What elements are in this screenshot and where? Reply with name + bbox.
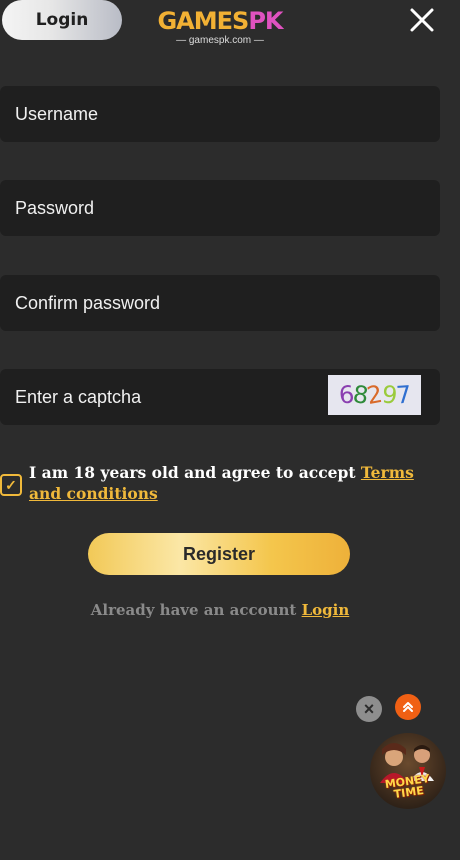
password-input[interactable]	[15, 180, 315, 236]
checkmark-icon: ✓	[5, 476, 17, 493]
username-input[interactable]	[15, 86, 315, 142]
password-field	[0, 180, 440, 236]
logo-pk: PK	[248, 7, 283, 35]
logo-domain: — gamespk.com —	[176, 35, 264, 46]
username-field	[0, 86, 440, 142]
close-float-icon[interactable]: ×	[356, 696, 382, 722]
scroll-top-icon[interactable]	[395, 694, 421, 720]
logo-wordmark: GAMESPK	[150, 8, 290, 34]
top-bar: Login GAMESPK — gamespk.com —	[0, 0, 460, 60]
captcha-image[interactable]: 68297	[328, 375, 421, 415]
captcha-digit: 7	[394, 380, 412, 410]
agreement-statement: I am 18 years old and agree to accept	[29, 463, 361, 482]
site-logo[interactable]: GAMESPK — gamespk.com —	[150, 8, 290, 54]
captcha-field: 68297	[0, 369, 440, 425]
already-text: Already have an account	[90, 601, 302, 619]
agreement-text: I am 18 years old and agree to accept Te…	[29, 462, 429, 504]
close-icon-glyph	[410, 8, 434, 32]
close-icon[interactable]	[406, 4, 438, 36]
confirm-password-input[interactable]	[15, 275, 315, 331]
confirm-password-field	[0, 275, 440, 331]
login-link[interactable]: Login	[302, 601, 350, 619]
captcha-input[interactable]	[15, 369, 315, 425]
agreement-checkbox[interactable]: ✓	[0, 474, 22, 496]
login-button[interactable]: Login	[2, 0, 122, 40]
login-prompt: Already have an account Login	[0, 601, 440, 619]
double-chevron-up-icon	[403, 702, 413, 712]
register-button[interactable]: Register	[88, 533, 350, 575]
logo-games: GAMES	[157, 7, 249, 35]
money-time-promo[interactable]: MONEY TIME	[370, 733, 446, 809]
